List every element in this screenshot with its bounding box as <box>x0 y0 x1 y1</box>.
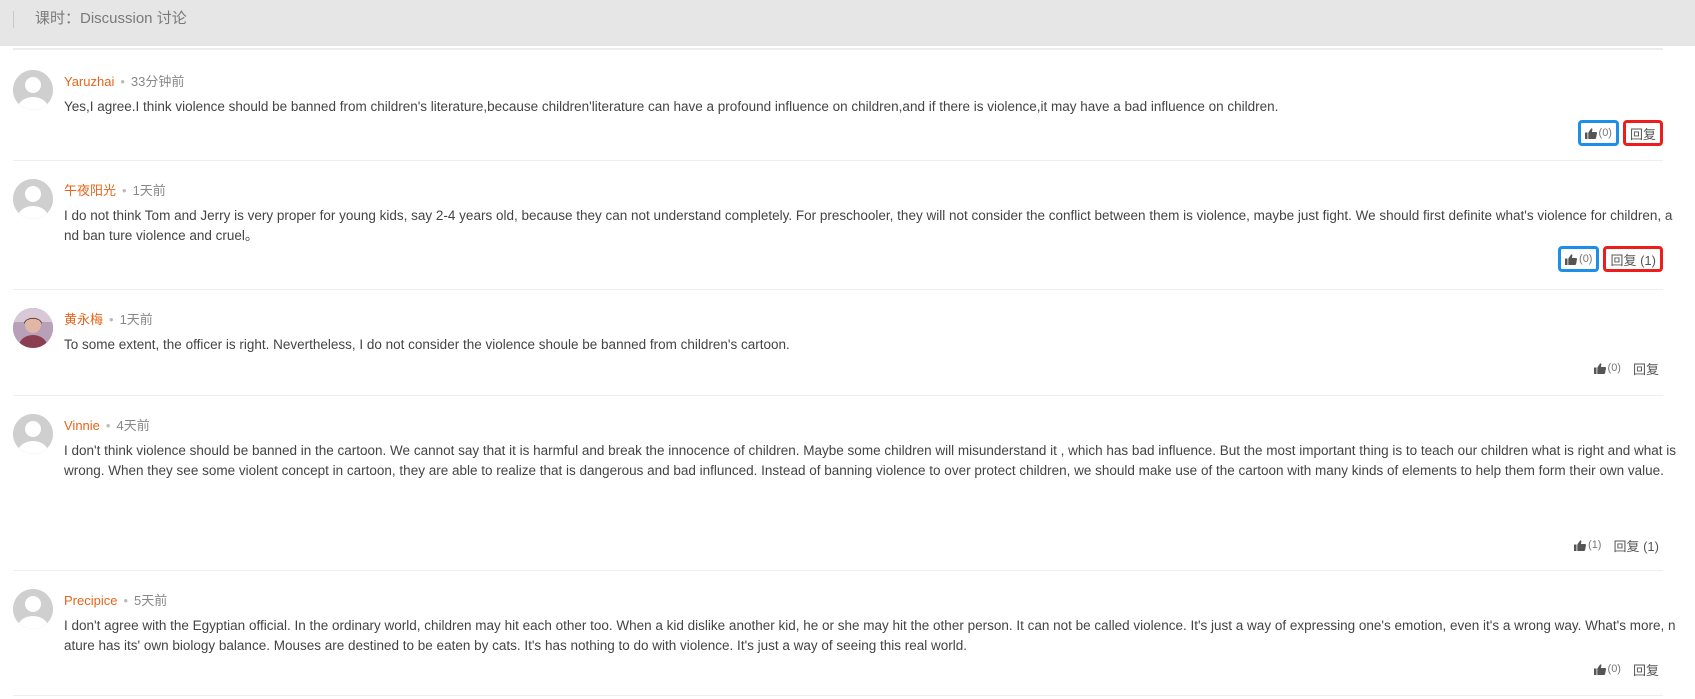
comment-time: 4天前 <box>116 418 150 433</box>
comment-item: 午夜阳光 • 1天前 I do not think Tom and Jerry is… <box>13 161 1672 290</box>
comment-text: I do not think Tom and Jerry is very pro… <box>64 208 1673 243</box>
user-avatar[interactable] <box>13 179 53 219</box>
comment-username[interactable]: Vinnie <box>64 418 100 433</box>
comment-meta: Yaruzhai • 33分钟前 <box>64 73 184 91</box>
comment-actions: (0) 回复 (1) <box>1558 246 1663 272</box>
like-count: (0) <box>1607 362 1621 374</box>
comment-text: I don't agree with the Egyptian official… <box>64 618 1676 653</box>
header-bottom-rule <box>13 48 1663 50</box>
thumbs-up-icon <box>1565 253 1578 265</box>
user-avatar[interactable] <box>13 414 53 454</box>
comment-meta: 黄永梅 • 1天前 <box>64 311 153 329</box>
lesson-header-bar: 课时：Discussion 讨论 <box>0 0 1695 46</box>
reply-button[interactable]: 回复 <box>1622 120 1663 146</box>
comment-time: 1天前 <box>119 312 153 327</box>
like-button[interactable]: (0) <box>1577 120 1619 146</box>
comment-username[interactable]: Precipice <box>64 593 117 608</box>
like-button[interactable]: (0) <box>1590 656 1625 682</box>
like-count: (1) <box>1588 539 1602 551</box>
comment-item: Yaruzhai • 33分钟前 Yes,I agree.I think viole… <box>13 52 1663 161</box>
comment-item: Precipice • 5天前 I don't agree with the Egy… <box>13 571 1675 696</box>
comment-text: I don't think violence should be banned … <box>64 443 1676 478</box>
comment-item: Vinnie • 4天前 I don't think violence should… <box>13 396 1676 571</box>
thumbs-up-icon <box>1593 362 1606 374</box>
meta-separator: • <box>105 418 111 433</box>
comment-username[interactable]: 午夜阳光 <box>64 183 116 198</box>
comment-time: 33分钟前 <box>130 74 185 89</box>
meta-separator: • <box>109 312 114 327</box>
reply-button[interactable]: 回复 (1) <box>1609 532 1663 558</box>
comment-actions: (0) 回复 <box>1577 120 1663 146</box>
lesson-title: 课时：Discussion 讨论 <box>35 10 187 27</box>
thumbs-up-icon <box>1574 539 1587 551</box>
comment-username[interactable]: 黄永梅 <box>64 312 103 327</box>
comment-text: To some extent, the officer is right. Ne… <box>64 337 790 352</box>
comment-meta: Precipice • 5天前 <box>64 592 167 610</box>
comment-username[interactable]: Yaruzhai <box>64 74 114 89</box>
comment-actions: (1) 回复 (1) <box>1570 532 1663 558</box>
reply-button[interactable]: 回复 <box>1629 355 1663 381</box>
header-divider <box>13 11 14 28</box>
comment-time: 5天前 <box>134 593 168 608</box>
reply-button[interactable]: 回复 <box>1629 656 1663 682</box>
meta-separator: • <box>122 183 127 198</box>
comment-actions: (0) 回复 <box>1590 656 1663 682</box>
comment-meta: Vinnie • 4天前 <box>64 417 150 435</box>
thumbs-up-icon <box>1593 663 1606 675</box>
comment-meta: 午夜阳光 • 1天前 <box>64 182 166 200</box>
meta-separator: • <box>120 74 125 89</box>
like-count: (0) <box>1607 663 1621 675</box>
user-avatar[interactable] <box>13 308 53 348</box>
comment-time: 1天前 <box>132 183 166 198</box>
meta-separator: • <box>123 593 129 608</box>
like-button[interactable]: (0) <box>1558 246 1600 272</box>
like-count: (0) <box>1598 127 1612 139</box>
like-button[interactable]: (0) <box>1590 355 1625 381</box>
comment-text: Yes,I agree.I think violence should be b… <box>64 99 1279 114</box>
like-button[interactable]: (1) <box>1570 532 1605 558</box>
reply-button[interactable]: 回复 (1) <box>1603 246 1663 272</box>
like-count: (0) <box>1579 253 1593 265</box>
user-avatar[interactable] <box>13 70 53 110</box>
thumbs-up-icon <box>1584 127 1597 139</box>
comment-actions: (0) 回复 <box>1590 355 1663 381</box>
comment-item: 黄永梅 • 1天前 To some extent, the officer is r… <box>13 290 1663 396</box>
user-avatar[interactable] <box>13 589 53 629</box>
